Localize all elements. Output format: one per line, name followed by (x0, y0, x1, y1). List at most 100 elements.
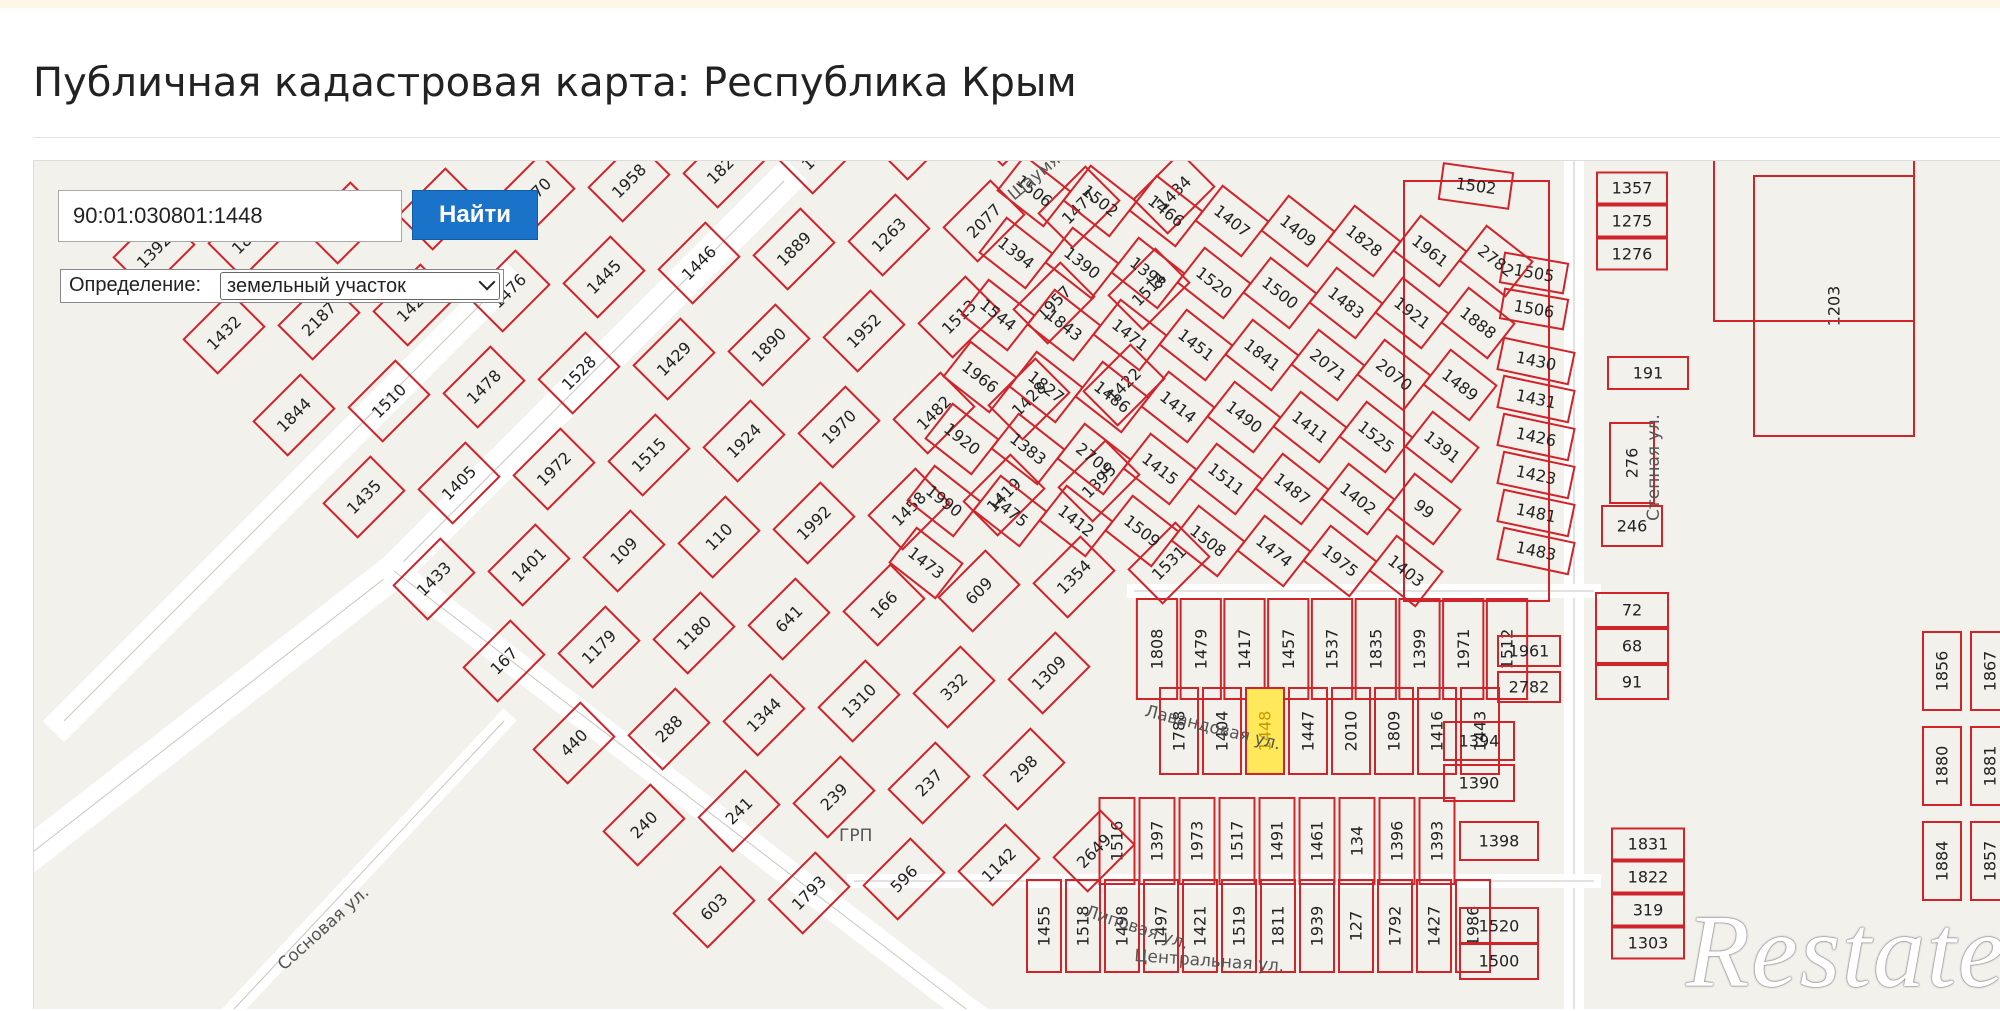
parcel-1970[interactable]: 1970 (797, 385, 881, 469)
parcel-1455[interactable]: 1455 (1026, 879, 1062, 973)
parcel-1390[interactable]: 1390 (1443, 764, 1515, 802)
parcel-1884[interactable]: 1884 (1922, 821, 1962, 901)
parcel-68[interactable]: 68 (1595, 628, 1669, 664)
parcel-1921[interactable]: 1921 (1374, 276, 1450, 350)
parcel-1357[interactable]: 1357 (1596, 171, 1668, 205)
parcel-1474[interactable]: 1474 (1236, 514, 1312, 588)
parcel-1828[interactable]: 1828 (1326, 204, 1402, 278)
parcel-1992[interactable]: 1992 (772, 481, 856, 565)
parcel-1396[interactable]: 1396 (1378, 797, 1416, 885)
parcel-1461[interactable]: 1461 (1298, 797, 1336, 885)
parcel-1822[interactable]: 1822 (1611, 860, 1685, 894)
parcel-166[interactable]: 166 (842, 563, 926, 647)
parcel-1958[interactable]: 1958 (587, 161, 671, 223)
parcel-1890[interactable]: 1890 (727, 303, 811, 387)
parcel-109[interactable]: 109 (582, 509, 666, 593)
parcel-1500[interactable]: 1500 (1242, 256, 1318, 330)
find-button[interactable]: Найти (412, 190, 538, 240)
parcel-1515[interactable]: 1515 (607, 413, 691, 497)
parcel-1971[interactable]: 1971 (1442, 598, 1485, 700)
parcel-1831[interactable]: 1831 (1611, 827, 1685, 861)
parcel-1939[interactable]: 1939 (1299, 879, 1335, 973)
parcel-1490[interactable]: 1490 (1206, 380, 1282, 454)
parcel-298[interactable]: 298 (982, 727, 1066, 811)
parcel-319[interactable]: 319 (1611, 893, 1685, 927)
parcel-1478[interactable]: 1478 (442, 345, 526, 429)
parcel-1409[interactable]: 1409 (1260, 194, 1336, 268)
parcel-1952[interactable]: 1952 (822, 289, 906, 373)
parcel-1414[interactable]: 1414 (1140, 370, 1216, 444)
parcel-1508[interactable]: 1508 (1170, 504, 1246, 578)
parcel-1416[interactable]: 1416 (1417, 687, 1457, 775)
parcel-1263[interactable]: 1263 (847, 193, 931, 277)
parcel-1391[interactable]: 1391 (1404, 410, 1480, 484)
parcel-1179[interactable]: 1179 (557, 605, 641, 689)
parcel-1924[interactable]: 1924 (702, 399, 786, 483)
parcel-1203[interactable]: 1203 (1753, 175, 1915, 437)
parcel-1525[interactable]: 1525 (1338, 400, 1414, 474)
parcel-603[interactable]: 603 (672, 865, 756, 949)
parcel-1808[interactable]: 1808 (1135, 598, 1179, 700)
parcel-1397[interactable]: 1397 (1138, 797, 1176, 885)
parcel-127[interactable]: 127 (1338, 879, 1374, 973)
parcel-110[interactable]: 110 (677, 495, 761, 579)
parcel-91[interactable]: 91 (1595, 664, 1669, 700)
parcel-1809[interactable]: 1809 (1374, 687, 1414, 775)
parcel-99[interactable]: 99 (1386, 472, 1462, 546)
parcel-1411[interactable]: 1411 (1272, 390, 1348, 464)
parcel-1500[interactable]: 1500 (1459, 942, 1539, 980)
parcel-1303[interactable]: 1303 (1611, 926, 1685, 960)
parcel-1412[interactable]: 1412 (1038, 484, 1114, 558)
parcel-1792[interactable]: 1792 (1377, 879, 1413, 973)
parcel-609[interactable]: 609 (937, 549, 1021, 633)
parcel-1537[interactable]: 1537 (1310, 598, 1354, 700)
parcel-1473[interactable]: 1473 (888, 526, 964, 600)
parcel-1417[interactable]: 1417 (1223, 598, 1266, 700)
parcel-1835[interactable]: 1835 (1354, 598, 1397, 700)
parcel-1841[interactable]: 1841 (1224, 318, 1300, 392)
parcel-2010[interactable]: 2010 (1331, 687, 1371, 775)
parcel-1491[interactable]: 1491 (1258, 797, 1296, 885)
parcel-1407[interactable]: 1407 (1194, 184, 1270, 258)
parcel-1856[interactable]: 1856 (1922, 631, 1962, 711)
parcel-1401[interactable]: 1401 (487, 523, 571, 607)
parcel-1180[interactable]: 1180 (652, 591, 736, 675)
parcel-1518[interactable]: 1518 (1065, 879, 1101, 973)
parcel-1309[interactable]: 1309 (1007, 631, 1091, 715)
parcel-1393[interactable]: 1393 (1418, 797, 1456, 885)
parcel-1857[interactable]: 1857 (1970, 821, 2000, 901)
parcel-1399[interactable]: 1399 (1398, 598, 1441, 700)
parcel-1966[interactable]: 1966 (942, 340, 1018, 414)
parcel-1344[interactable]: 1344 (722, 673, 806, 757)
parcel-1394[interactable]: 1394 (978, 216, 1054, 290)
parcel-1402[interactable]: 1402 (1320, 462, 1396, 536)
parcel-191[interactable]: 191 (1607, 356, 1689, 390)
parcel-1517[interactable]: 1517 (1218, 797, 1256, 885)
parcel-1471[interactable]: 1471 (1092, 298, 1168, 372)
parcel-2071[interactable]: 2071 (1290, 328, 1366, 402)
parcel-1487[interactable]: 1487 (1254, 452, 1330, 526)
parcel-641[interactable]: 641 (747, 577, 831, 661)
parcel-1275[interactable]: 1275 (1596, 204, 1668, 238)
parcel-332[interactable]: 332 (912, 645, 996, 729)
parcel-1447[interactable]: 1447 (1288, 687, 1328, 775)
parcel-1502[interactable]: 1502 (1437, 162, 1515, 210)
cadastral-number-input[interactable] (65, 194, 395, 238)
parcel-1489[interactable]: 1489 (1422, 348, 1498, 422)
parcel-134[interactable]: 134 (1338, 797, 1376, 885)
parcel-1457[interactable]: 1457 (1267, 598, 1310, 700)
parcel-1506[interactable]: 1506 (1498, 287, 1570, 331)
parcel-1427[interactable]: 1427 (1416, 879, 1452, 973)
parcel-1310[interactable]: 1310 (817, 659, 901, 743)
parcel-2782[interactable]: 2782 (1497, 671, 1561, 703)
definition-select[interactable]: земельный участок (220, 272, 500, 300)
parcel-1881[interactable]: 1881 (1970, 726, 2000, 806)
parcel-1867[interactable]: 1867 (1970, 631, 2000, 711)
parcel-1354[interactable]: 1354 (1032, 535, 1116, 619)
parcel-1511[interactable]: 1511 (1188, 442, 1264, 516)
parcel-1880[interactable]: 1880 (1922, 726, 1962, 806)
parcel-237[interactable]: 237 (887, 741, 971, 825)
parcel-1432[interactable]: 1432 (182, 291, 266, 375)
parcel-1436[interactable]: 1436 (872, 161, 956, 181)
parcel-1483[interactable]: 1483 (1308, 266, 1384, 340)
